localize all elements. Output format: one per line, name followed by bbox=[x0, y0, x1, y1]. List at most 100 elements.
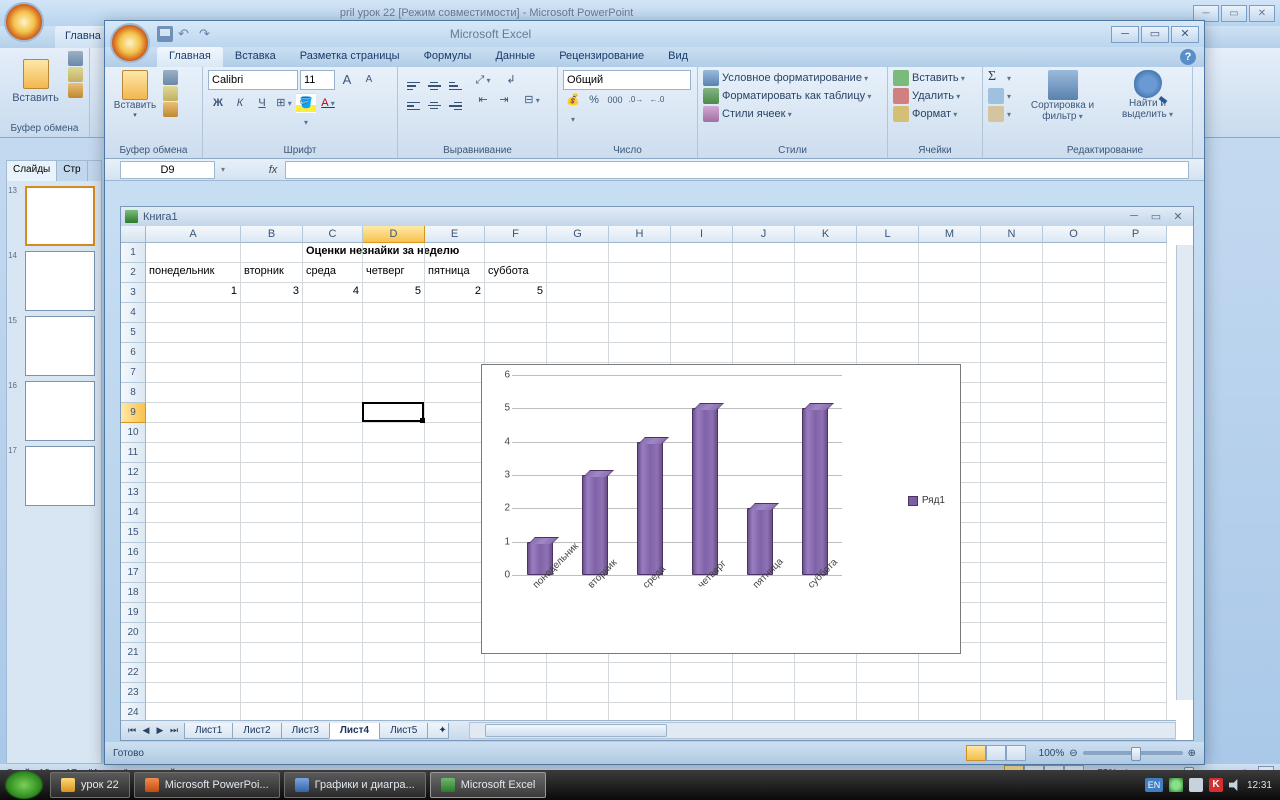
cell-P6[interactable] bbox=[1105, 343, 1167, 363]
cell-P20[interactable] bbox=[1105, 623, 1167, 643]
cell-C21[interactable] bbox=[303, 643, 363, 663]
cell-G23[interactable] bbox=[547, 683, 609, 703]
cell-E8[interactable] bbox=[425, 383, 485, 403]
cell-F3[interactable]: 5 bbox=[485, 283, 547, 303]
cell-D12[interactable] bbox=[363, 463, 425, 483]
clear-button[interactable] bbox=[988, 106, 1013, 122]
formula-input[interactable] bbox=[285, 161, 1189, 179]
cell-M5[interactable] bbox=[919, 323, 981, 343]
cell-B12[interactable] bbox=[241, 463, 303, 483]
cell-N13[interactable] bbox=[981, 483, 1043, 503]
cell-P13[interactable] bbox=[1105, 483, 1167, 503]
orientation-icon[interactable]: ⤢ bbox=[473, 70, 493, 90]
cell-M6[interactable] bbox=[919, 343, 981, 363]
insert-cells-button[interactable]: Вставить bbox=[893, 70, 977, 86]
cell-B7[interactable] bbox=[241, 363, 303, 383]
cell-G3[interactable] bbox=[547, 283, 609, 303]
cell-C10[interactable] bbox=[303, 423, 363, 443]
cell-J1[interactable] bbox=[733, 243, 795, 263]
cell-E23[interactable] bbox=[425, 683, 485, 703]
col-header-O[interactable]: O bbox=[1043, 226, 1105, 243]
col-header-D[interactable]: D bbox=[363, 226, 425, 243]
row-header-15[interactable]: 15 bbox=[121, 523, 146, 543]
xl-tab-0[interactable]: Главная bbox=[157, 47, 223, 67]
cell-E10[interactable] bbox=[425, 423, 485, 443]
cell-C3[interactable]: 4 bbox=[303, 283, 363, 303]
cell-A16[interactable] bbox=[146, 543, 241, 563]
vertical-scrollbar[interactable] bbox=[1176, 245, 1193, 700]
cell-J23[interactable] bbox=[733, 683, 795, 703]
cell-N16[interactable] bbox=[981, 543, 1043, 563]
cell-O10[interactable] bbox=[1043, 423, 1105, 443]
cell-N21[interactable] bbox=[981, 643, 1043, 663]
cell-D21[interactable] bbox=[363, 643, 425, 663]
cell-N6[interactable] bbox=[981, 343, 1043, 363]
cell-D14[interactable] bbox=[363, 503, 425, 523]
cell-K23[interactable] bbox=[795, 683, 857, 703]
cell-N18[interactable] bbox=[981, 583, 1043, 603]
cell-P15[interactable] bbox=[1105, 523, 1167, 543]
cell-L24[interactable] bbox=[857, 703, 919, 720]
cell-J4[interactable] bbox=[733, 303, 795, 323]
cell-E6[interactable] bbox=[425, 343, 485, 363]
cell-K2[interactable] bbox=[795, 263, 857, 283]
name-box[interactable] bbox=[120, 161, 215, 179]
cell-F23[interactable] bbox=[485, 683, 547, 703]
col-header-I[interactable]: I bbox=[671, 226, 733, 243]
cell-A6[interactable] bbox=[146, 343, 241, 363]
cell-N20[interactable] bbox=[981, 623, 1043, 643]
cell-E18[interactable] bbox=[425, 583, 485, 603]
cell-E14[interactable] bbox=[425, 503, 485, 523]
cell-I3[interactable] bbox=[671, 283, 733, 303]
sheet-tab-Лист3[interactable]: Лист3 bbox=[281, 723, 330, 739]
cell-A10[interactable] bbox=[146, 423, 241, 443]
cell-I4[interactable] bbox=[671, 303, 733, 323]
fill-color-button[interactable]: 🪣 bbox=[296, 93, 316, 113]
cell-F2[interactable]: суббота bbox=[485, 263, 547, 283]
cell-A3[interactable]: 1 bbox=[146, 283, 241, 303]
cell-N2[interactable] bbox=[981, 263, 1043, 283]
cell-A20[interactable] bbox=[146, 623, 241, 643]
cell-O22[interactable] bbox=[1043, 663, 1105, 683]
cell-H22[interactable] bbox=[609, 663, 671, 683]
cell-M4[interactable] bbox=[919, 303, 981, 323]
cell-P5[interactable] bbox=[1105, 323, 1167, 343]
xl-close-button[interactable]: ✕ bbox=[1171, 26, 1199, 43]
undo-icon[interactable] bbox=[178, 26, 194, 42]
cell-N8[interactable] bbox=[981, 383, 1043, 403]
cell-F5[interactable] bbox=[485, 323, 547, 343]
cell-O13[interactable] bbox=[1043, 483, 1105, 503]
cell-E20[interactable] bbox=[425, 623, 485, 643]
cell-P3[interactable] bbox=[1105, 283, 1167, 303]
cell-D6[interactable] bbox=[363, 343, 425, 363]
cell-A4[interactable] bbox=[146, 303, 241, 323]
cell-D9[interactable] bbox=[363, 403, 425, 423]
cell-A2[interactable]: понедельник bbox=[146, 263, 241, 283]
cell-C22[interactable] bbox=[303, 663, 363, 683]
cell-H24[interactable] bbox=[609, 703, 671, 720]
cell-N15[interactable] bbox=[981, 523, 1043, 543]
cell-E4[interactable] bbox=[425, 303, 485, 323]
cell-P24[interactable] bbox=[1105, 703, 1167, 720]
grow-font-icon[interactable]: A bbox=[337, 70, 357, 90]
cell-H1[interactable] bbox=[609, 243, 671, 263]
row-header-21[interactable]: 21 bbox=[121, 643, 146, 663]
cell-E1[interactable] bbox=[425, 243, 485, 263]
cell-C8[interactable] bbox=[303, 383, 363, 403]
cell-G2[interactable] bbox=[547, 263, 609, 283]
row-header-8[interactable]: 8 bbox=[121, 383, 146, 403]
slide-thumb-15[interactable] bbox=[25, 316, 95, 376]
format-cells-button[interactable]: Формат bbox=[893, 106, 977, 122]
cell-A1[interactable] bbox=[146, 243, 241, 263]
cell-M23[interactable] bbox=[919, 683, 981, 703]
cell-K3[interactable] bbox=[795, 283, 857, 303]
cell-C2[interactable]: среда bbox=[303, 263, 363, 283]
cell-J3[interactable] bbox=[733, 283, 795, 303]
cell-G6[interactable] bbox=[547, 343, 609, 363]
cell-M24[interactable] bbox=[919, 703, 981, 720]
format-painter-icon[interactable] bbox=[163, 102, 178, 117]
cell-F22[interactable] bbox=[485, 663, 547, 683]
align-right-icon[interactable] bbox=[445, 90, 465, 110]
cell-N22[interactable] bbox=[981, 663, 1043, 683]
outline-tab[interactable]: Стр bbox=[57, 161, 87, 181]
